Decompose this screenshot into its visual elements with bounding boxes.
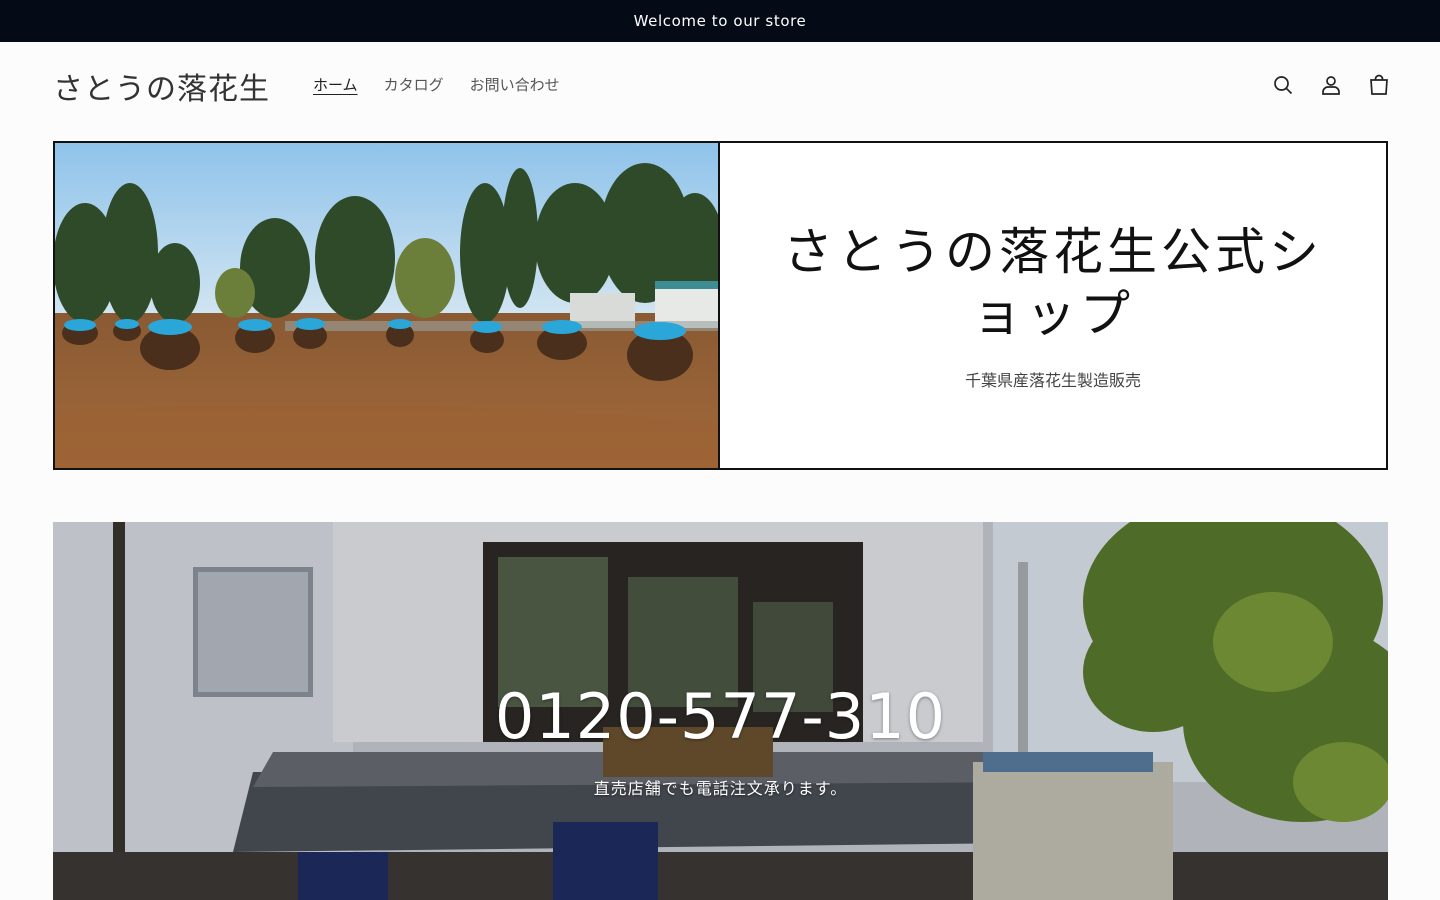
cart-icon[interactable] (1366, 72, 1392, 98)
store-logo[interactable]: さとうの落花生 (53, 64, 270, 108)
announcement-text: Welcome to our store (633, 12, 807, 30)
site-header: さとうの落花生 ホーム カタログ お問い合わせ (0, 42, 1440, 126)
main-nav: ホーム カタログ お問い合わせ (313, 74, 560, 95)
banner-text-block: さとうの落花生公式ショップ 千葉県産落花生製造販売 (720, 143, 1386, 468)
shop-hero-section: 0120-577-310 直売店舗でも電話注文承ります。 (53, 522, 1388, 900)
banner-title: さとうの落花生公式ショップ (783, 222, 1323, 343)
banner-subtitle: 千葉県産落花生製造販売 (964, 370, 1141, 390)
announcement-bar: Welcome to our store (0, 0, 1440, 42)
account-icon[interactable] (1318, 72, 1344, 98)
nav-item-catalog[interactable]: カタログ (384, 74, 444, 95)
peanut-field-image (55, 143, 720, 468)
nav-item-contact[interactable]: お問い合わせ (470, 74, 560, 95)
hero-subtitle: 直売店舗でも電話注文承ります。 (593, 779, 848, 798)
header-icons (1270, 72, 1392, 98)
hero-phone-number[interactable]: 0120-577-310 (53, 680, 1388, 753)
nav-item-home[interactable]: ホーム (313, 74, 358, 95)
search-icon[interactable] (1270, 72, 1296, 98)
image-with-text-banner: さとうの落花生公式ショップ 千葉県産落花生製造販売 (53, 141, 1388, 470)
